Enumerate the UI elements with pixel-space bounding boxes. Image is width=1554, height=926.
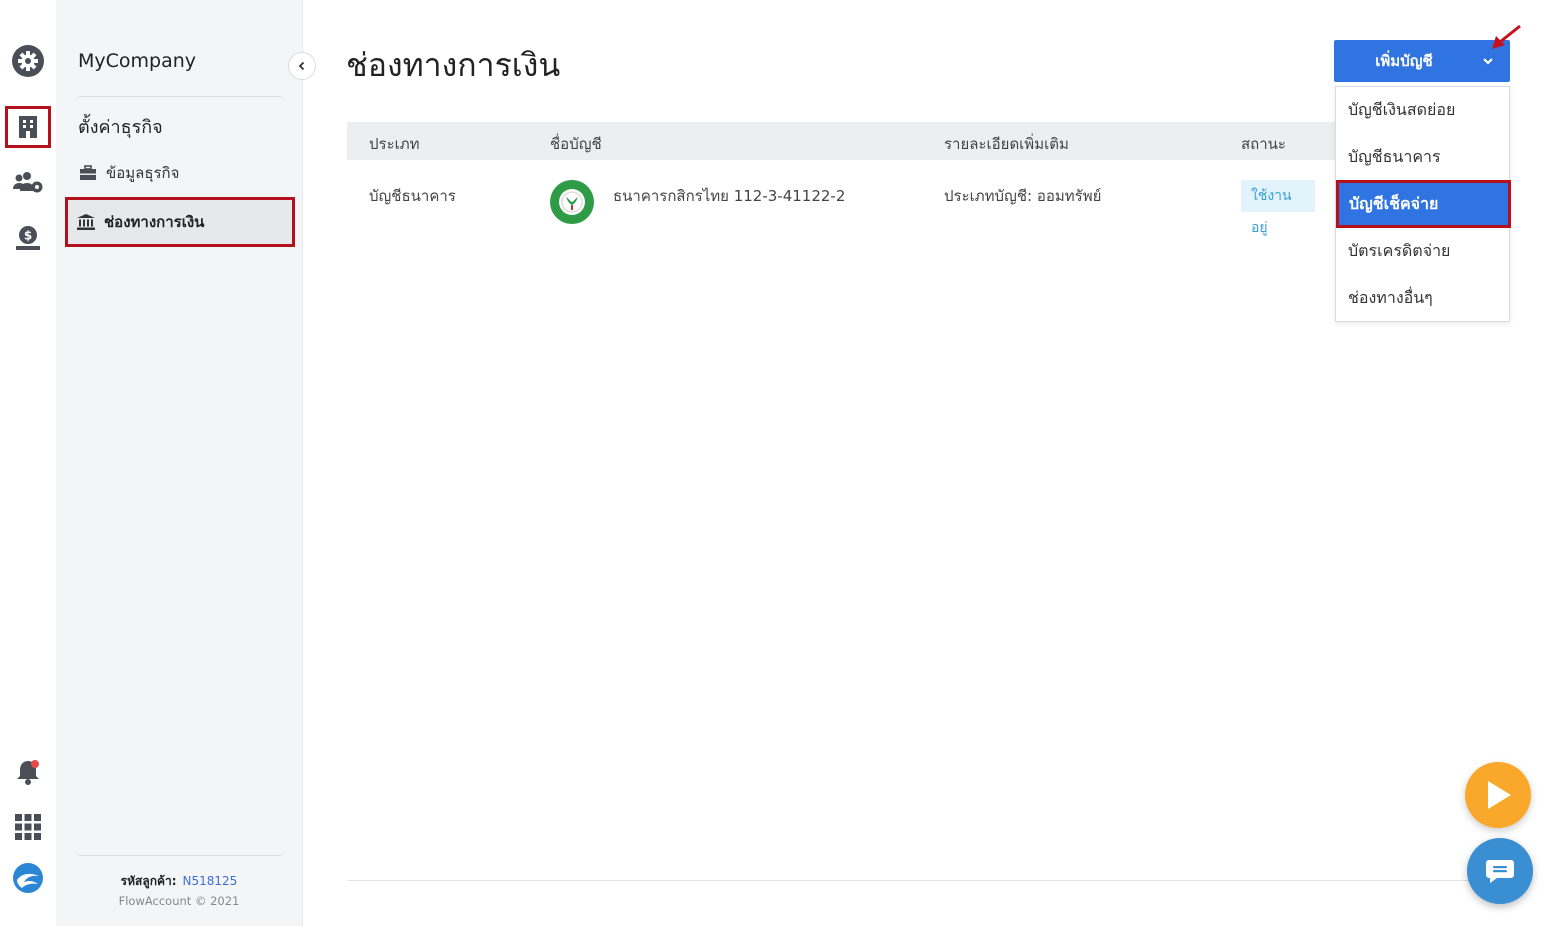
add-account-menu: บัญชีเงินสดย่อย บัญชีธนาคาร บัญชีเช็คจ่า… [1335,86,1511,322]
column-header-account-name: ชื่อบัญชี [550,135,602,153]
cell-type: บัญชีธนาคาร [369,187,456,205]
users-gear-icon[interactable] [6,163,50,203]
add-account-button[interactable]: เพิ่มบัญชี [1334,40,1510,82]
customer-id-label: รหัสลูกค้า: [120,874,177,888]
customer-id: รหัสลูกค้า: N518125 [56,872,302,891]
status-badge: ใช้งานอยู่ [1241,180,1315,236]
flowaccount-logo-icon[interactable] [6,858,50,898]
annotation-arrow-icon [1492,24,1521,49]
page-title: ช่องทางการเงิน [346,46,561,84]
kasikorn-bank-logo-icon [550,180,594,224]
copyright: FlowAccount © 2021 [118,894,240,908]
sidebar-item-label: ช่องทางการเงิน [104,213,205,231]
briefcase-icon [78,165,98,181]
menu-item-bank-account[interactable]: บัญชีธนาคาร [1336,134,1509,180]
sidebar-item-label: ข้อมูลธุรกิจ [106,164,180,182]
bell-icon[interactable] [6,752,50,792]
sidebar-item-business-info[interactable]: ข้อมูลธุรกิจ [68,152,290,194]
settings-gear-icon[interactable] [6,41,50,81]
column-header-details: รายละเอียดเพิ่มเติม [944,135,1069,153]
divider [78,855,282,856]
building-icon[interactable] [5,106,51,148]
cell-account-name: ธนาคารกสิกรไทย 112-3-41122-2 [613,187,846,205]
divider [347,880,1507,881]
settings-sidebar: MyCompany ตั้งค่าธุรกิจ ข้อมูลธุรกิจ ช่อ… [56,0,303,926]
bank-icon [76,214,96,230]
column-header-status: สถานะ [1241,135,1286,153]
menu-item-petty-cash[interactable]: บัญชีเงินสดย่อย [1336,87,1509,133]
cell-details: ประเภทบัญชี: ออมทรัพย์ [944,187,1102,205]
table-header: ประเภท ชื่อบัญชี รายละเอียดเพิ่มเติม สถา… [347,122,1347,160]
sidebar-item-financial-channels[interactable]: ช่องทางการเงิน [65,197,295,247]
divider [78,96,282,97]
money-hand-icon[interactable]: $ [6,218,50,258]
company-name: MyCompany [78,50,197,72]
collapse-sidebar-button[interactable] [288,52,316,80]
icon-rail: $ [0,0,57,926]
chevron-left-icon [298,61,305,71]
column-header-type: ประเภท [369,135,420,153]
tutorial-play-button[interactable] [1465,762,1531,828]
sidebar-heading: ตั้งค่าธุรกิจ [78,117,163,138]
apps-grid-icon[interactable] [6,807,50,847]
chat-icon [1486,860,1514,883]
menu-item-cheque-account[interactable]: บัญชีเช็คจ่าย [1336,180,1511,228]
chevron-down-icon[interactable] [1466,56,1510,66]
play-icon [1488,781,1511,809]
customer-id-value[interactable]: N518125 [183,874,238,888]
add-account-label: เพิ่มบัญชี [1375,52,1433,70]
menu-item-credit-card[interactable]: บัตรเครดิตจ่าย [1336,228,1509,274]
svg-text:$: $ [24,229,32,243]
chat-button[interactable] [1467,838,1533,904]
menu-item-other-channels[interactable]: ช่องทางอื่นๆ [1336,275,1509,321]
